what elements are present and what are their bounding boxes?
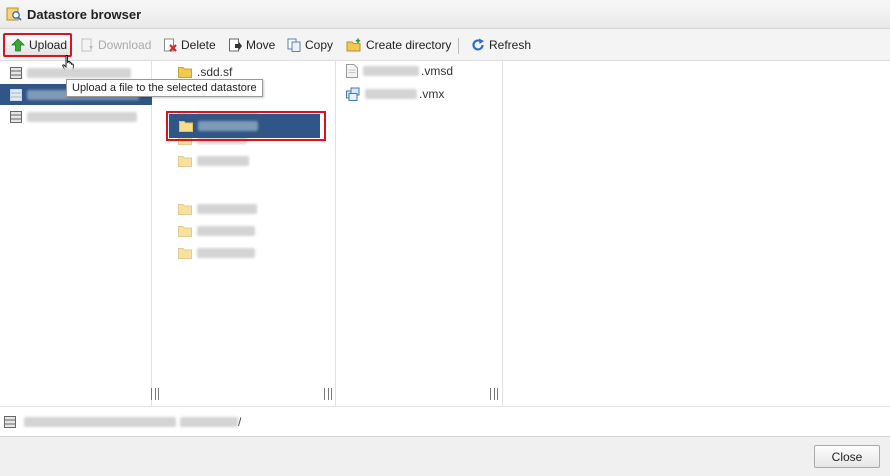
folder-icon [178, 67, 192, 78]
datastore-icon [10, 88, 22, 101]
pane-resize-grip[interactable] [151, 388, 159, 400]
refresh-label: Refresh [489, 38, 532, 52]
path-statusbar: / [0, 406, 890, 436]
move-button[interactable]: Move [228, 33, 275, 57]
upload-button[interactable]: Upload [3, 33, 72, 57]
delete-button[interactable]: Delete [163, 33, 216, 57]
directory-item[interactable] [168, 242, 328, 264]
new-folder-icon [346, 38, 361, 52]
window-title: Datastore browser [27, 6, 142, 22]
download-button[interactable]: Download [80, 33, 151, 57]
current-path-suffix: / [238, 414, 242, 429]
close-button[interactable]: Close [814, 445, 880, 468]
download-label: Download [98, 38, 152, 52]
directory-item[interactable] [168, 198, 328, 220]
file-basename [365, 89, 417, 99]
move-label: Move [246, 38, 276, 52]
copy-file-icon [287, 38, 301, 52]
copy-button[interactable]: Copy [287, 33, 333, 57]
file-extension: .vmx [419, 87, 445, 101]
directory-item[interactable] [168, 220, 328, 242]
move-file-icon [229, 38, 242, 52]
vm-config-icon [346, 87, 360, 101]
window-titlebar: Datastore browser [0, 0, 890, 29]
datastore-name [27, 67, 131, 78]
datastore-item[interactable] [0, 106, 152, 127]
current-path-directory [180, 416, 238, 427]
datastore-icon [10, 66, 22, 79]
current-path-datastore [24, 416, 176, 427]
dialog-footer: Close [0, 436, 890, 476]
folder-icon [178, 226, 192, 237]
datastore-name [27, 111, 137, 122]
file-icon [346, 64, 358, 78]
delete-label: Delete [181, 38, 216, 52]
file-pane [324, 61, 503, 406]
toolbar-separator [458, 38, 459, 54]
download-icon [81, 38, 93, 52]
toolbar: Upload Download Delete Move Copy Create … [0, 29, 890, 61]
datastore-icon [4, 415, 16, 428]
directory-item-selected[interactable] [169, 114, 320, 138]
folder-icon [178, 156, 192, 167]
create-directory-button[interactable]: Create directory [346, 33, 451, 57]
hidden-grip [0, 388, 8, 400]
upload-arrow-icon [11, 38, 25, 52]
folder-icon [179, 121, 193, 132]
file-item[interactable]: .vmx [346, 84, 444, 104]
directory-name [197, 156, 249, 166]
directory-name: .sdd.sf [197, 65, 233, 79]
copy-label: Copy [305, 38, 334, 52]
folder-icon [178, 248, 192, 259]
directory-name [198, 121, 258, 131]
directory-item[interactable] [168, 150, 328, 172]
refresh-button[interactable]: Refresh [471, 33, 531, 57]
directory-name [197, 248, 255, 258]
create-directory-label: Create directory [366, 38, 452, 52]
pane-resize-grip[interactable] [490, 388, 498, 400]
upload-label: Upload [29, 38, 68, 52]
datastore-browser-icon [6, 7, 22, 21]
datastore-icon [10, 110, 22, 123]
file-item[interactable]: .vmsd [346, 61, 453, 81]
refresh-icon [472, 38, 484, 51]
delete-file-icon [164, 38, 177, 52]
directory-name [197, 226, 255, 236]
file-basename [363, 66, 419, 76]
folder-icon [178, 204, 192, 215]
upload-tooltip: Upload a file to the selected datastore [66, 79, 263, 97]
file-extension: .vmsd [421, 64, 454, 78]
directory-name [197, 204, 257, 214]
empty-pane [490, 61, 890, 406]
pane-resize-grip[interactable] [324, 388, 332, 400]
